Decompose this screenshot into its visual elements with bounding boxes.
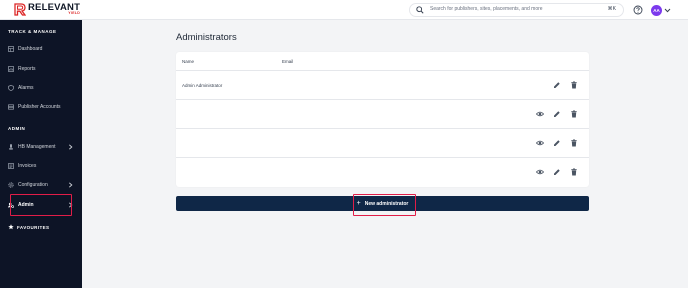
star-icon [8,224,14,230]
avatar: AA [651,4,662,16]
table-row: Admin Administrator [176,71,589,100]
sidebar-item-label: Admin [18,202,34,208]
user-menu[interactable]: AA [651,4,675,16]
search-icon [416,6,424,14]
sidebar-item-publisher-accounts[interactable]: Publisher Accounts [0,100,82,114]
logo-mark-icon [14,3,26,16]
table-row [176,129,589,158]
delete-icon[interactable] [570,110,578,118]
sidebar-item-label: Dashboard [18,46,43,52]
new-administrator-button[interactable]: + New administrator [176,196,589,211]
sidebar-item-configuration[interactable]: Configuration [0,178,82,192]
plus-icon: + [356,200,361,207]
table-row [176,100,589,129]
sidebar-item-admin[interactable]: Admin [0,198,82,212]
sidebar-item-label: HB Management [18,144,56,150]
edit-icon[interactable] [553,81,561,89]
gear-icon [8,182,14,188]
table-row [176,158,589,187]
bidder-icon [9,144,13,150]
table-header: Name Email [176,52,589,71]
delete-icon[interactable] [570,168,578,176]
chevron-right-icon [69,182,73,188]
sidebar-item-label: Configuration [18,182,48,188]
global-search-input[interactable]: Search for publishers, sites, placements… [409,3,624,17]
column-header-email: Email [282,59,294,64]
delete-icon[interactable] [570,139,578,147]
sidebar-item-hb-management[interactable]: HB Management [0,140,82,154]
search-placeholder: Search for publishers, sites, placements… [430,6,543,12]
dashboard-icon [8,46,14,52]
search-shortcut: ⌘K [607,6,616,12]
favourites-label: FAVOURITES [17,224,50,230]
sidebar-item-invoices[interactable]: Invoices [0,159,82,173]
help-icon[interactable] [633,5,643,15]
favourites-section[interactable]: FAVOURITES [8,224,49,230]
reports-icon [8,66,14,72]
edit-icon[interactable] [553,139,561,147]
sidebar-section-title: TRACK & MANAGE [8,29,57,34]
administrators-table: Name Email Admin Administrator [176,52,589,187]
brand-logo[interactable]: RELEVANT YIELD [14,3,80,16]
top-bar: RELEVANT YIELD Search for publishers, si… [0,0,688,20]
sidebar: TRACK & MANAGE Dashboard Reports Alarms … [0,20,82,288]
view-icon[interactable] [536,110,544,118]
sidebar-item-alarms[interactable]: Alarms [0,81,82,95]
sidebar-item-label: Invoices [18,163,37,169]
edit-icon[interactable] [553,168,561,176]
chevron-right-icon [69,144,73,150]
sidebar-item-reports[interactable]: Reports [0,62,82,76]
view-icon[interactable] [536,139,544,147]
page-title: Administrators [176,32,237,43]
sidebar-item-label: Publisher Accounts [18,104,61,110]
admin-icon [8,202,14,208]
view-icon[interactable] [536,168,544,176]
invoice-icon [8,163,14,169]
admin-name-cell: Admin Administrator [182,83,223,88]
delete-icon[interactable] [570,81,578,89]
sidebar-item-dashboard[interactable]: Dashboard [0,42,82,56]
new-administrator-label: New administrator [364,200,409,207]
shield-icon [8,85,14,91]
table-icon [8,104,14,110]
sidebar-item-label: Alarms [18,85,34,91]
column-header-name: Name [182,59,195,64]
sidebar-section-title: ADMIN [8,126,26,131]
sidebar-item-label: Reports [18,66,36,72]
chevron-right-icon [69,202,73,208]
edit-icon[interactable] [553,110,561,118]
chevron-down-icon [664,8,671,12]
